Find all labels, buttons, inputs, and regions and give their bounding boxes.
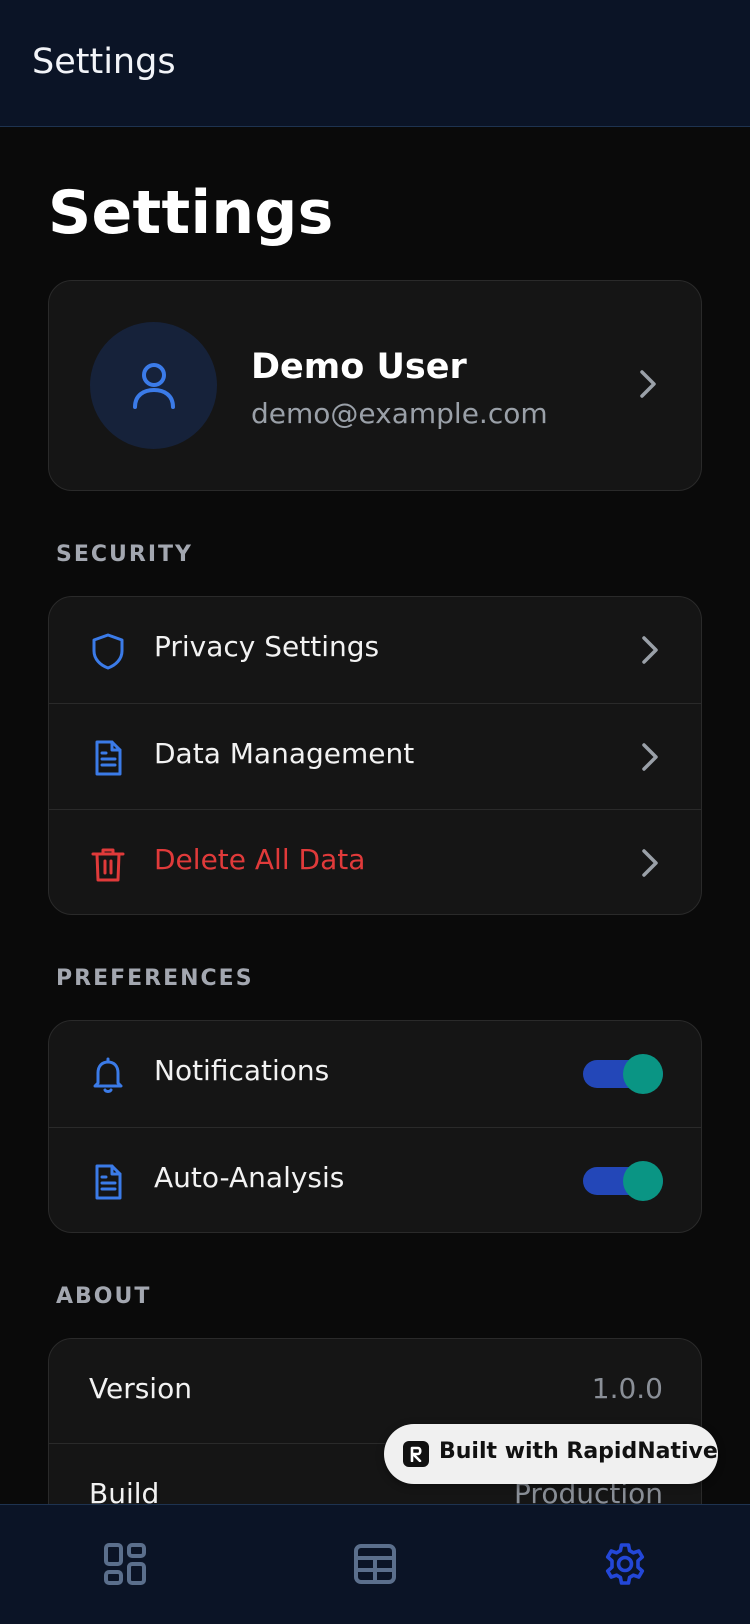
section-label-preferences: PREFERENCES [56, 966, 254, 991]
notifications-toggle[interactable] [583, 1054, 663, 1094]
section-label-about: ABOUT [56, 1284, 152, 1309]
chevron-right-icon [642, 636, 658, 664]
tab-dashboard[interactable] [0, 1505, 250, 1624]
document-icon [95, 740, 122, 776]
settings-content[interactable]: Settings Demo User demo@example.com SECU… [0, 128, 750, 1504]
delete-all-data-row[interactable]: Delete All Data [49, 809, 701, 914]
chevron-right-icon [642, 743, 658, 771]
page-title: Settings [48, 178, 334, 248]
toggle-knob [623, 1054, 663, 1094]
auto-analysis-row: Auto-Analysis [49, 1127, 701, 1232]
row-label: Privacy Settings [154, 630, 380, 663]
document-icon [95, 1164, 122, 1200]
dashboard-icon [104, 1543, 146, 1585]
row-label: Version [89, 1372, 192, 1405]
row-label: Delete All Data [154, 843, 366, 876]
shield-icon [92, 633, 124, 670]
row-label: Notifications [154, 1054, 330, 1087]
version-value: 1.0.0 [591, 1372, 663, 1405]
app-bar-title: Settings [32, 42, 176, 82]
tab-table[interactable] [250, 1505, 500, 1624]
gear-icon [605, 1543, 645, 1585]
row-label: Data Management [154, 737, 415, 770]
row-label: Auto-Analysis [154, 1161, 345, 1194]
bottom-tab-bar [0, 1504, 750, 1624]
top-app-bar: Settings [0, 0, 750, 127]
privacy-settings-row[interactable]: Privacy Settings [49, 597, 701, 703]
profile-name: Demo User [251, 347, 467, 387]
toggle-knob [623, 1161, 663, 1201]
chevron-right-icon [640, 370, 656, 398]
avatar [90, 322, 217, 449]
notifications-row: Notifications [49, 1021, 701, 1127]
rapidnative-logo-icon [403, 1441, 429, 1467]
trash-icon [91, 848, 125, 882]
badge-text: Built with RapidNative [439, 1439, 718, 1464]
bell-icon [93, 1057, 123, 1093]
auto-analysis-toggle[interactable] [583, 1161, 663, 1201]
tab-settings[interactable] [500, 1505, 750, 1624]
profile-email: demo@example.com [251, 397, 548, 430]
security-card: Privacy Settings Data Management Delete … [48, 596, 702, 915]
row-label: Build [89, 1477, 160, 1504]
data-management-row[interactable]: Data Management [49, 703, 701, 809]
settings-screen: Settings Settings Demo User demo@example… [0, 0, 750, 1624]
profile-card[interactable]: Demo User demo@example.com [48, 280, 702, 491]
section-label-security: SECURITY [56, 542, 193, 567]
table-icon [354, 1544, 396, 1584]
built-with-badge[interactable]: Built with RapidNative [384, 1424, 718, 1484]
user-icon [132, 362, 175, 409]
chevron-right-icon [642, 849, 658, 877]
preferences-card: Notifications Auto-Analysis [48, 1020, 702, 1233]
